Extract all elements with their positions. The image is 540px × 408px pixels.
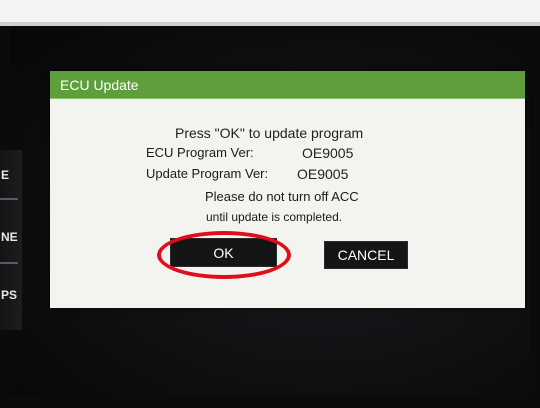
ecu-version-label: ECU Program Ver: [146, 145, 254, 160]
update-version-label: Update Program Ver: [146, 166, 269, 181]
device-bezel [0, 0, 540, 26]
update-version-value: OE9005 [297, 166, 349, 182]
side-menu-item-2[interactable]: NE [0, 230, 23, 244]
side-menu-divider [0, 198, 18, 200]
ecu-version-value: OE9005 [302, 145, 354, 161]
dialog-title: ECU Update [60, 77, 139, 93]
warning-text-line2: until update is completed. [206, 210, 343, 224]
cancel-button-label: CANCEL [337, 247, 395, 263]
dialog-header: ECU Update [50, 71, 525, 99]
warning-text-line1: Please do not turn off ACC [205, 189, 359, 204]
cancel-button[interactable]: CANCEL [324, 241, 408, 269]
side-menu-item-3[interactable]: PS [0, 288, 23, 302]
ecu-update-dialog: ECU Update Press "OK" to update program … [50, 71, 525, 308]
side-menu-divider [0, 262, 18, 264]
ok-button[interactable]: OK [170, 238, 277, 267]
side-menu-item-1[interactable]: E [0, 168, 23, 182]
side-menu: E NE PS [0, 150, 22, 330]
dialog-instruction: Press "OK" to update program [175, 125, 364, 141]
ok-button-label: OK [213, 244, 234, 261]
